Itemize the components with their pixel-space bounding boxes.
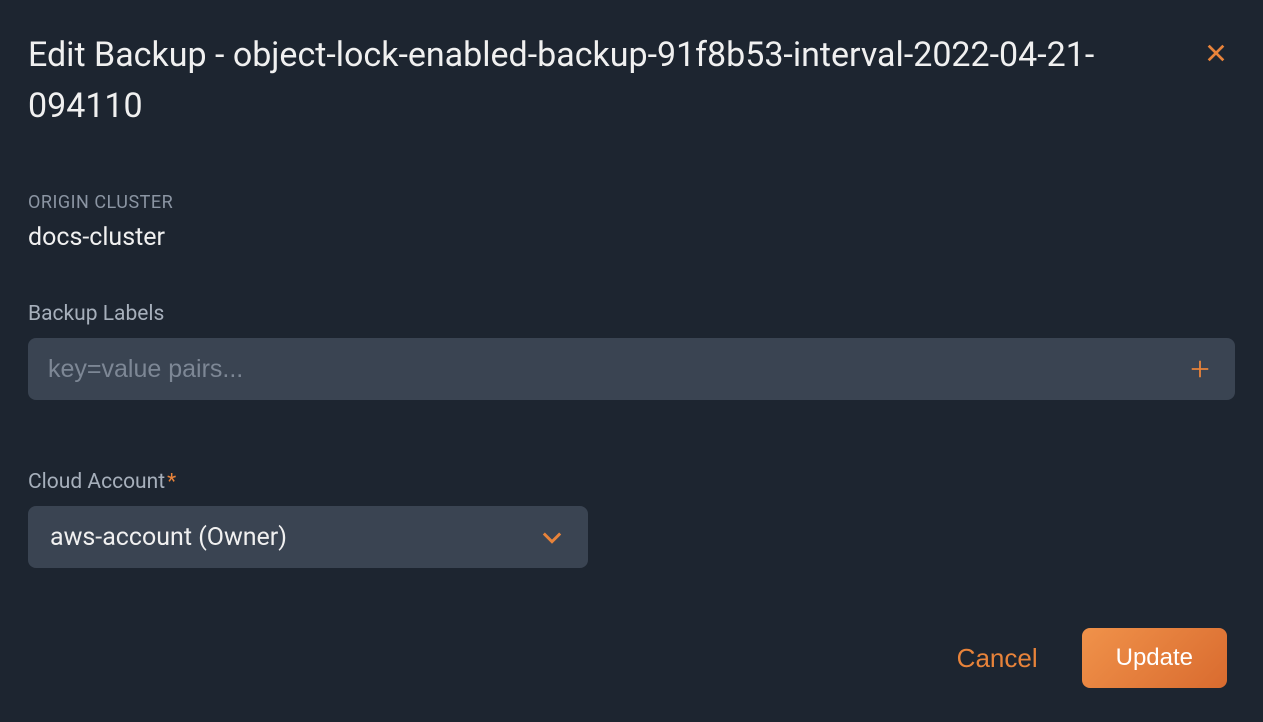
origin-cluster-label: Origin Cluster bbox=[28, 192, 1235, 213]
close-button[interactable] bbox=[1197, 34, 1235, 72]
chevron-down-icon bbox=[538, 523, 566, 551]
cancel-button[interactable]: Cancel bbox=[957, 643, 1038, 674]
dialog-header: Edit Backup - object-lock-enabled-backup… bbox=[28, 30, 1235, 132]
origin-cluster-section: Origin Cluster docs-cluster bbox=[28, 192, 1235, 252]
cloud-account-selected: aws-account (Owner) bbox=[50, 523, 287, 552]
update-button[interactable]: Update bbox=[1082, 628, 1227, 688]
dialog-footer: Cancel Update bbox=[28, 628, 1235, 688]
dialog-title: Edit Backup - object-lock-enabled-backup… bbox=[28, 30, 1158, 132]
close-icon bbox=[1205, 42, 1227, 64]
required-asterisk: * bbox=[167, 470, 176, 494]
cloud-account-field: Cloud Account* aws-account (Owner) bbox=[28, 470, 1235, 568]
backup-labels-input-row bbox=[28, 338, 1235, 400]
add-label-button[interactable] bbox=[1185, 354, 1215, 384]
plus-icon bbox=[1189, 358, 1211, 380]
backup-labels-label: Backup Labels bbox=[28, 302, 1235, 326]
cloud-account-label: Cloud Account* bbox=[28, 470, 1235, 494]
backup-labels-field: Backup Labels bbox=[28, 302, 1235, 400]
cloud-account-select[interactable]: aws-account (Owner) bbox=[28, 506, 588, 568]
backup-labels-input[interactable] bbox=[48, 355, 1185, 384]
cloud-account-label-text: Cloud Account bbox=[28, 470, 165, 494]
origin-cluster-value: docs-cluster bbox=[28, 223, 1235, 252]
